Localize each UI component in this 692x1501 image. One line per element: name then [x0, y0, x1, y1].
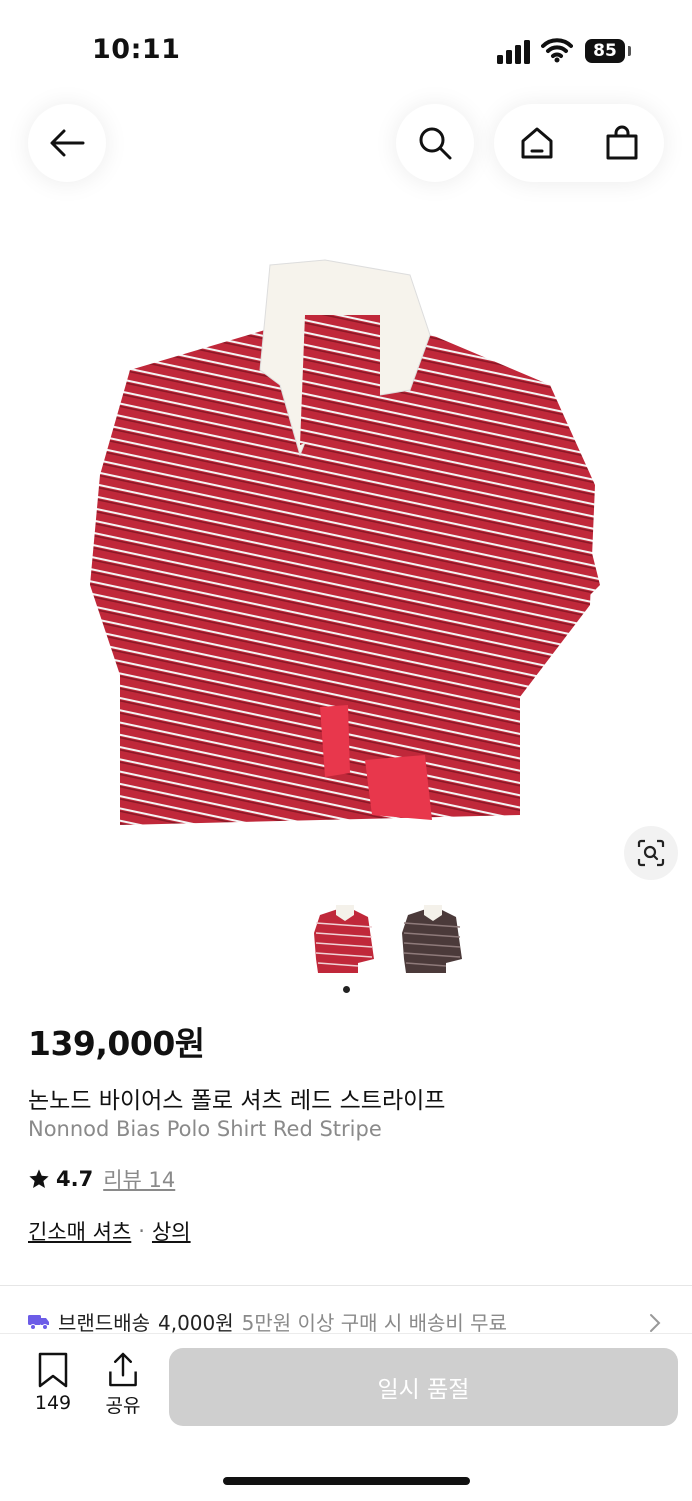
cellular-signal-icon	[497, 40, 530, 64]
home-button[interactable]	[494, 104, 579, 182]
category-separator: ·	[138, 1219, 145, 1243]
category-breadcrumb: 긴소매 셔츠 · 상의	[28, 1216, 191, 1246]
search-icon	[419, 127, 452, 160]
category-tops[interactable]: 상의	[152, 1216, 191, 1246]
bookmark-icon	[38, 1352, 68, 1388]
share-icon	[109, 1352, 137, 1387]
section-divider	[0, 1285, 692, 1286]
cart-button[interactable]	[579, 104, 664, 182]
shipping-fee: 4,000원	[158, 1311, 234, 1335]
sold-out-button[interactable]: 일시 품절	[169, 1348, 678, 1426]
thumbnail-brown[interactable]	[400, 903, 464, 977]
rating-row: 4.7 리뷰 14	[28, 1164, 175, 1194]
delivery-truck-icon	[28, 1314, 49, 1330]
shopping-bag-icon	[606, 125, 637, 160]
product-image[interactable]	[80, 255, 610, 835]
back-button[interactable]	[28, 104, 106, 182]
home-indicator	[223, 1477, 470, 1485]
save-button[interactable]: 149	[30, 1352, 76, 1418]
search-button[interactable]	[396, 104, 474, 182]
share-button[interactable]: 공유	[100, 1352, 146, 1418]
visual-search-icon	[637, 839, 665, 867]
carousel-indicator	[343, 986, 350, 993]
product-price: 139,000원	[28, 1024, 205, 1063]
battery-cap	[628, 46, 631, 56]
home-icon	[521, 127, 552, 159]
star-icon	[29, 1169, 49, 1188]
wifi-icon	[541, 38, 573, 63]
product-name-korean: 논노드 바이어스 폴로 셔츠 레드 스트라이프	[28, 1088, 446, 1114]
status-time: 10:11	[92, 34, 181, 65]
chevron-right-icon[interactable]	[648, 1312, 662, 1334]
nav-actions-group	[494, 104, 664, 182]
share-label: 공유	[105, 1395, 141, 1417]
save-count: 149	[34, 1392, 72, 1414]
review-link[interactable]: 리뷰 14	[103, 1164, 175, 1194]
shipping-label: 브랜드배송	[58, 1311, 150, 1335]
battery-indicator: 85	[585, 39, 625, 63]
product-name-english: Nonnod Bias Polo Shirt Red Stripe	[28, 1117, 382, 1141]
shipping-info[interactable]: 브랜드배송 4,000원 5만원 이상 구매 시 배송비 무료	[28, 1307, 507, 1336]
arrow-left-icon	[50, 129, 85, 157]
thumbnail-red[interactable]	[312, 903, 376, 977]
rating-score: 4.7	[56, 1167, 94, 1191]
category-long-sleeve-shirts[interactable]: 긴소매 셔츠	[28, 1216, 131, 1246]
shipping-condition: 5만원 이상 구매 시 배송비 무료	[241, 1311, 507, 1335]
image-search-button[interactable]	[624, 826, 678, 880]
